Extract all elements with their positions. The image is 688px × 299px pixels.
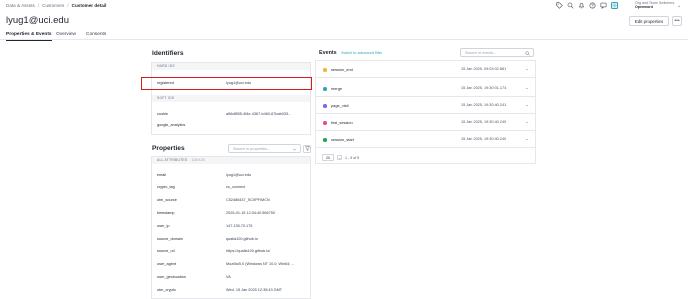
property-key: timestamp xyxy=(157,211,175,215)
tab-consents[interactable]: Consents xyxy=(86,32,106,40)
property-value[interactable]: lyug1@uci.edu xyxy=(226,173,308,177)
tab-overview[interactable]: Overview xyxy=(56,32,76,40)
event-name: first_session xyxy=(331,120,353,125)
settings-icon[interactable] xyxy=(611,2,618,9)
chevron-down-icon[interactable]: ⌄ xyxy=(677,3,681,9)
hard-ids-header: HARD IDS xyxy=(152,63,310,70)
highlight-box xyxy=(141,77,312,90)
property-key: email xyxy=(157,173,167,177)
event-row[interactable]: first_session 15 Jan 2025, 19:30:40.240 … xyxy=(315,115,536,131)
property-value[interactable]: cs_connect xyxy=(226,185,308,189)
event-name: page_visit xyxy=(331,103,349,108)
org-switcher[interactable]: Org and Team Switchers Openword xyxy=(635,1,674,10)
event-row[interactable]: page_visit 15 Jan 2025, 19:30:40.241 ⌄ xyxy=(315,98,536,114)
breadcrumb-item-customers[interactable]: Customers xyxy=(42,3,64,8)
event-status-dot xyxy=(323,68,327,72)
breadcrumb-item-data-assets[interactable]: Data & Assets xyxy=(6,3,35,8)
event-time: 15 Jan 2025, 19:30:40.240 xyxy=(461,137,507,141)
events-search-input[interactable]: Search in events... xyxy=(460,48,534,57)
chevron-down-icon[interactable]: ⌄ xyxy=(525,119,529,125)
attribute-count: 115/425 xyxy=(191,158,205,162)
soft-id-key: cookie xyxy=(157,112,168,116)
property-value[interactable]: https://qualia100.github.io/ xyxy=(226,249,308,253)
properties-title: Properties xyxy=(152,145,185,152)
event-name: merge xyxy=(331,86,343,91)
help-icon[interactable] xyxy=(589,2,596,9)
more-options-button[interactable]: ••• xyxy=(672,16,682,26)
filter-icon xyxy=(304,146,310,151)
events-title: Events xyxy=(319,50,337,56)
event-row[interactable]: merge 15 Jan 2025, 19:30:01.174 ⌄ xyxy=(315,81,536,97)
property-key: user_agent xyxy=(157,262,176,266)
breadcrumb-separator: / xyxy=(67,3,69,8)
soft-id-key: google_analytics xyxy=(157,123,186,127)
property-value[interactable]: 2025-01-15 12:34:40.566750 xyxy=(226,211,308,215)
properties-search-placeholder: Search in properties... xyxy=(233,146,271,151)
property-value[interactable]: Wed, 15 Jan 2025 12:35:43 GMT xyxy=(226,288,308,292)
tag-icon[interactable] xyxy=(556,2,563,9)
events-pager: 20 ⌄ 1 - 5 of 5 xyxy=(322,154,359,161)
page-range: 1 - 5 of 5 xyxy=(345,155,360,160)
tab-properties-events[interactable]: Properties & Events xyxy=(6,32,52,41)
event-time: 15 Jan 2025, 19:30:01.174 xyxy=(461,86,507,90)
advanced-filter-link[interactable]: Switch to advanced filter xyxy=(341,51,382,55)
property-key: crypto_tag xyxy=(157,185,175,189)
event-time: 15 Jan 2025, 19:30:40.241 xyxy=(461,103,507,107)
chevron-down-icon[interactable]: ⌄ xyxy=(525,85,529,91)
chevron-down-icon xyxy=(292,148,297,151)
property-value[interactable]: 147.135.70.175 xyxy=(226,224,308,228)
event-row[interactable]: session_end 15 Jan 2025, 09:03:02.881 ⌄ xyxy=(315,62,536,78)
identifiers-title: Identifiers xyxy=(152,50,184,57)
soft-id-value[interactable]: a56df855-4f4e-4367-b463-67bab033... xyxy=(226,112,308,116)
tab-bar: Properties & Events Overview Consents xyxy=(0,30,688,41)
page-title: lyug1@uci.edu xyxy=(6,15,69,26)
breadcrumb-separator: / xyxy=(37,3,40,8)
top-bar: Data & Assets / Customers / Customer det… xyxy=(0,0,688,13)
breadcrumb-item-current: Customer detail xyxy=(71,3,107,8)
property-key: source_url xyxy=(157,249,175,253)
bell-icon[interactable] xyxy=(578,2,585,9)
filter-button[interactable] xyxy=(303,144,311,153)
soft-ids-header: SOFT IDS xyxy=(152,95,310,102)
property-key: user_geolocation xyxy=(157,275,186,279)
org-name: Openword xyxy=(635,5,653,10)
property-value[interactable]: Mozilla/5.0 (Windows NT 10.0; Win64; ... xyxy=(226,262,308,266)
chat-icon[interactable] xyxy=(600,2,607,9)
edit-properties-button[interactable]: Edit properties xyxy=(629,16,669,26)
property-value[interactable]: C52486437_SCIIPFIMCN xyxy=(226,198,308,202)
property-value[interactable]: qualia100.github.io xyxy=(226,237,308,241)
property-key: user_ip xyxy=(157,224,170,228)
chevron-down-icon[interactable]: ⌄ xyxy=(525,136,529,142)
properties-search-input[interactable]: Search in properties... xyxy=(228,144,301,153)
search-icon xyxy=(525,50,530,56)
event-status-dot xyxy=(323,138,327,142)
chevron-down-icon[interactable]: ⌄ xyxy=(337,155,342,160)
search-icon[interactable] xyxy=(567,2,574,9)
property-key: utm_crypto xyxy=(157,288,176,292)
chevron-down-icon[interactable]: ⌄ xyxy=(525,102,529,108)
events-search-placeholder: Search in events... xyxy=(465,50,497,55)
property-value[interactable]: VA xyxy=(226,275,308,279)
event-time: 15 Jan 2025, 19:30:40.240 xyxy=(461,120,507,124)
page-size-select[interactable]: 20 xyxy=(322,154,334,161)
event-name: session_end xyxy=(331,67,353,72)
top-icons xyxy=(556,2,618,9)
property-key: utm_source xyxy=(157,198,177,202)
breadcrumb: Data & Assets / Customers / Customer det… xyxy=(6,3,106,8)
all-attributes-label: ALL ATTRIBUTES xyxy=(157,158,188,162)
event-row[interactable]: session_start 15 Jan 2025, 19:30:40.240 … xyxy=(315,132,536,148)
property-key: source_domain xyxy=(157,237,183,241)
all-attributes-header: ALL ATTRIBUTES 115/425 xyxy=(152,157,310,164)
event-status-dot xyxy=(323,104,327,108)
event-status-dot xyxy=(323,87,327,91)
event-status-dot xyxy=(323,121,327,125)
chevron-down-icon[interactable]: ⌄ xyxy=(525,66,529,72)
event-time: 15 Jan 2025, 09:03:02.881 xyxy=(461,67,507,71)
event-name: session_start xyxy=(331,137,354,142)
